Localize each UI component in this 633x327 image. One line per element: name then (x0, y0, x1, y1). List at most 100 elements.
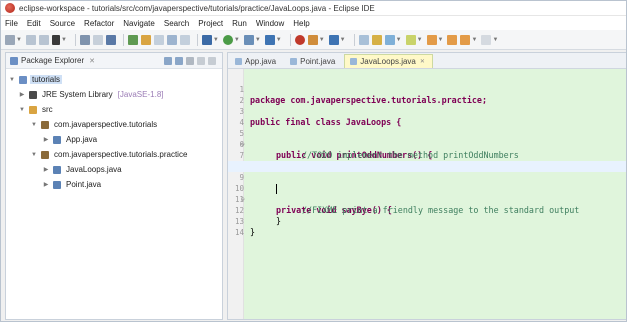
collapse-all-icon[interactable] (164, 57, 172, 65)
tree-label: JRE System Library (42, 90, 113, 99)
menu-run[interactable]: Run (232, 19, 247, 28)
chevron-right-icon[interactable]: ▶ (42, 166, 50, 173)
code-line-current: 9 (228, 161, 626, 194)
last-edit-dropdown-icon[interactable]: ▼ (417, 37, 423, 43)
debug-run-icon[interactable] (201, 34, 212, 45)
new-java-project-icon[interactable] (127, 34, 138, 45)
pin-editor-icon[interactable] (358, 34, 369, 45)
package-explorer-title[interactable]: Package Explorer (21, 56, 84, 65)
annotation-icon[interactable] (371, 34, 382, 45)
tab-javaloops-java[interactable]: JavaLoops.java ✕ (344, 54, 433, 68)
chevron-down-icon[interactable]: ▼ (30, 152, 38, 158)
save-all-icon[interactable] (38, 34, 49, 45)
search-dropdown-icon[interactable]: ▼ (340, 37, 346, 43)
edit-icon[interactable] (384, 34, 395, 45)
tree-item-package[interactable]: ▼ com.javaperspective.tutorials (6, 117, 222, 132)
tab-app-java[interactable]: App.java (230, 54, 283, 68)
line-number: 14 (234, 228, 244, 237)
main-toolbar: ▼ ▼ ▼ ▼ ▼ ▼ ▼ ▼ ▼ ▼ ▼ ▼ ▼ (1, 30, 626, 50)
tree-item-src[interactable]: ▼ src (6, 102, 222, 117)
chevron-right-icon[interactable]: ▶ (42, 181, 50, 188)
toolbar-separator (196, 33, 198, 46)
edit-dropdown-icon[interactable]: ▼ (396, 37, 402, 43)
open-type-icon[interactable] (166, 34, 177, 45)
terminal-icon[interactable] (79, 34, 90, 45)
new-icon[interactable] (5, 34, 15, 45)
new-package-icon[interactable] (140, 34, 151, 45)
menu-navigate[interactable]: Navigate (123, 19, 155, 28)
extra-tool-icon[interactable] (481, 34, 492, 45)
chevron-down-icon[interactable]: ▼ (8, 77, 16, 83)
tree-item-package[interactable]: ▼ com.javaperspective.tutorials.practice (6, 147, 222, 162)
menu-window[interactable]: Window (256, 19, 284, 28)
tree-item-jre[interactable]: ▶ JRE System Library [JavaSE-1.8] (6, 87, 222, 102)
tree-label: tutorials (30, 75, 63, 84)
package-explorer-toolbar (161, 57, 216, 65)
skip-breakpoints-icon[interactable] (105, 34, 116, 45)
menu-source[interactable]: Source (50, 19, 75, 28)
new-dropdown-icon[interactable]: ▼ (16, 37, 22, 43)
chevron-right-icon[interactable]: ▶ (18, 91, 26, 98)
menu-edit[interactable]: Edit (27, 19, 41, 28)
code-area[interactable]: 1 package com.javaperspective.tutorials.… (228, 69, 626, 319)
back-icon[interactable] (426, 34, 437, 45)
package-explorer-icon (10, 56, 18, 65)
back-dropdown-icon[interactable]: ▼ (438, 37, 444, 43)
open-task-icon[interactable] (179, 34, 190, 45)
close-icon[interactable]: ✕ (420, 58, 425, 65)
toolbar-separator (122, 33, 124, 46)
last-edit-icon[interactable] (405, 34, 416, 45)
tab-point-java[interactable]: Point.java (285, 54, 342, 68)
external-tools-icon[interactable] (264, 34, 275, 45)
link-with-editor-icon[interactable] (175, 57, 183, 65)
menu-refactor[interactable]: Refactor (84, 19, 114, 28)
menu-bar: File Edit Source Refactor Navigate Searc… (1, 16, 626, 30)
title-bar: eclipse-workspace - tutorials/src/com/ja… (1, 1, 626, 16)
new-web-dropdown-icon[interactable]: ▼ (319, 37, 325, 43)
forward-dropdown-icon[interactable]: ▼ (471, 37, 477, 43)
forward-alt-icon[interactable] (460, 34, 471, 45)
tree-label: com.javaperspective.tutorials (54, 120, 158, 129)
tree-item-tutorials[interactable]: ▼ tutorials (6, 72, 222, 87)
save-icon[interactable] (25, 34, 36, 45)
external-tools-dropdown-icon[interactable]: ▼ (276, 37, 282, 43)
menu-project[interactable]: Project (198, 19, 223, 28)
toggle-mark-icon[interactable] (92, 34, 103, 45)
chevron-down-icon[interactable]: ▼ (18, 107, 26, 113)
window-title: eclipse-workspace - tutorials/src/com/ja… (19, 3, 375, 13)
search-icon[interactable] (328, 34, 339, 45)
tree-item-file[interactable]: ▶ JavaLoops.java (6, 162, 222, 177)
chevron-right-icon[interactable]: ▶ (42, 136, 50, 143)
menu-help[interactable]: Help (293, 19, 309, 28)
code-line: 12 } (228, 194, 626, 226)
package-explorer-header[interactable]: Package Explorer ✕ (6, 53, 222, 69)
tree-item-file[interactable]: ▶ App.java (6, 132, 222, 147)
new-server-icon[interactable] (294, 34, 305, 45)
forward-icon[interactable] (447, 34, 458, 45)
extra-tool-dropdown-icon[interactable]: ▼ (492, 37, 498, 43)
run-icon[interactable] (222, 34, 233, 45)
java-file-icon (350, 58, 358, 65)
new-web-icon[interactable] (307, 34, 318, 45)
coverage-dropdown-icon[interactable]: ▼ (255, 37, 261, 43)
toolbar-separator (289, 33, 291, 46)
debug-icon[interactable] (51, 34, 60, 45)
project-icon (19, 75, 27, 84)
debug-run-dropdown-icon[interactable]: ▼ (213, 37, 219, 43)
debug-dropdown-icon[interactable]: ▼ (61, 37, 67, 43)
menu-file[interactable]: File (5, 19, 18, 28)
jre-version-label: [JavaSE-1.8] (117, 90, 164, 99)
close-icon[interactable]: ✕ (89, 57, 95, 65)
maximize-icon[interactable] (208, 57, 216, 65)
new-class-icon[interactable] (153, 34, 164, 45)
code-line: 13 } (228, 205, 626, 237)
tree-item-file[interactable]: ▶ Point.java (6, 177, 222, 192)
view-menu-icon[interactable] (186, 57, 194, 65)
java-file-icon (53, 135, 61, 144)
chevron-down-icon[interactable]: ▼ (30, 122, 38, 128)
coverage-icon[interactable] (243, 34, 254, 45)
eclipse-logo-icon (5, 3, 15, 13)
run-dropdown-icon[interactable]: ▼ (234, 37, 240, 43)
menu-search[interactable]: Search (164, 19, 189, 28)
minimize-icon[interactable] (197, 57, 205, 65)
